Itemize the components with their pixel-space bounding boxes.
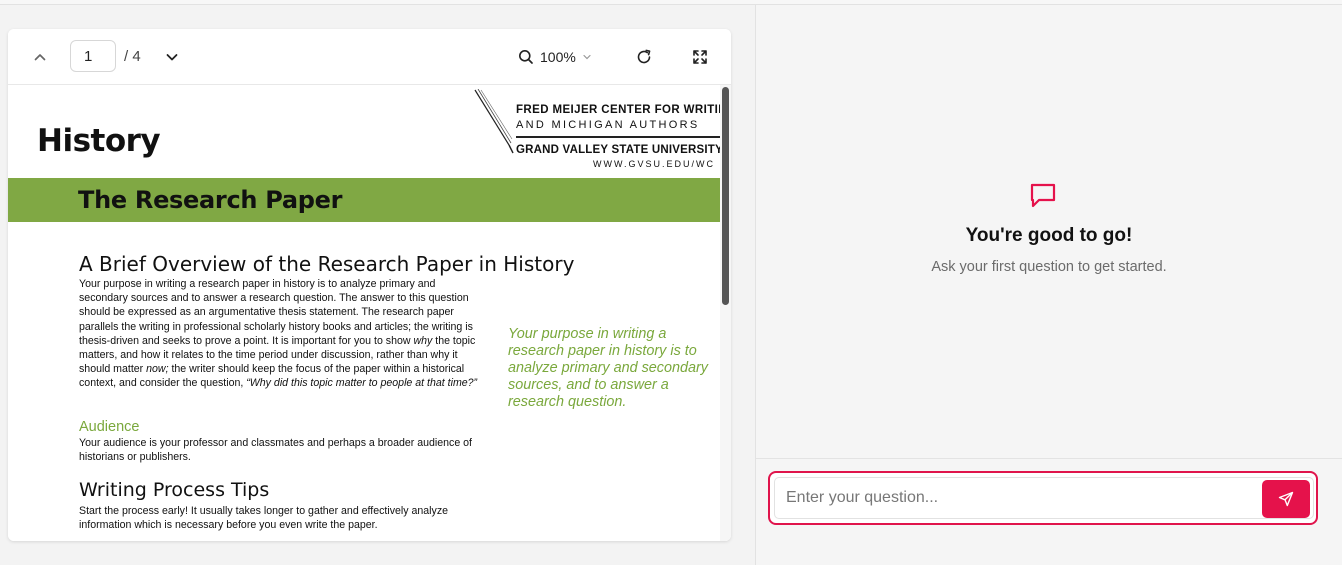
overview-heading: A Brief Overview of the Research Paper i… [79, 252, 575, 276]
rotate-icon [637, 49, 651, 64]
viewer-toolbar: / 4 100% [8, 29, 731, 85]
section-banner: The Research Paper [8, 178, 731, 222]
chevron-up-icon [34, 54, 46, 61]
pdf-scrollbar-thumb[interactable] [722, 87, 729, 305]
previous-page-button[interactable] [28, 46, 52, 68]
chat-panel: You're good to go! Ask your first questi… [756, 5, 1342, 565]
logo-line-4: WWW.GVSU.EDU/WC [593, 159, 715, 169]
logo-rule [516, 136, 731, 138]
overview-emphasis-now: now; [146, 363, 169, 376]
question-input-container [768, 471, 1318, 525]
send-icon [1278, 491, 1294, 507]
page-total: / 4 [124, 48, 141, 65]
empty-state-subtitle: Ask your first question to get started. [931, 259, 1167, 275]
logo-line-1: FRED MEIJER CENTER FOR WRITING [516, 104, 731, 116]
next-page-button[interactable] [160, 46, 184, 68]
document-title: History [37, 123, 161, 159]
quill-pen-icon [474, 89, 514, 154]
tips-paragraph: Start the process early! It usually take… [79, 505, 449, 532]
chevron-down-icon [583, 54, 591, 60]
overview-emphasis-why: why [413, 334, 433, 347]
chevron-down-icon [166, 54, 178, 61]
logo-line-3: GRAND VALLEY STATE UNIVERSITY [516, 144, 723, 156]
overview-paragraph: Your purpose in writing a research paper… [79, 277, 484, 391]
fullscreen-button[interactable] [689, 46, 711, 68]
audience-heading: Audience [79, 419, 140, 435]
zoom-dropdown[interactable]: 100% [518, 46, 592, 68]
message-square-icon [1030, 183, 1056, 208]
overview-question: “Why did this topic matter to people at … [246, 377, 478, 390]
tips-heading: Writing Process Tips [79, 479, 270, 501]
question-input[interactable] [774, 477, 1314, 519]
send-button[interactable] [1262, 480, 1310, 518]
center-logo: FRED MEIJER CENTER FOR WRITING AND MICHI… [473, 89, 731, 171]
empty-state-title: You're good to go! [965, 225, 1133, 246]
expand-icon [693, 50, 707, 64]
logo-line-2: AND MICHIGAN AUTHORS [516, 119, 700, 131]
page-number-input[interactable] [70, 40, 116, 72]
chat-separator [756, 458, 1342, 459]
audience-paragraph: Your audience is your professor and clas… [79, 437, 473, 464]
search-icon [519, 50, 533, 64]
pdf-page: History FRED MEIJER CENTER FOR WRITING A… [8, 85, 731, 541]
pull-quote: Your purpose in writing a research paper… [508, 326, 708, 410]
banner-title: The Research Paper [78, 186, 343, 214]
reload-button[interactable] [633, 46, 655, 68]
zoom-level: 100% [540, 49, 576, 65]
pdf-viewer: / 4 100% History [8, 29, 731, 541]
